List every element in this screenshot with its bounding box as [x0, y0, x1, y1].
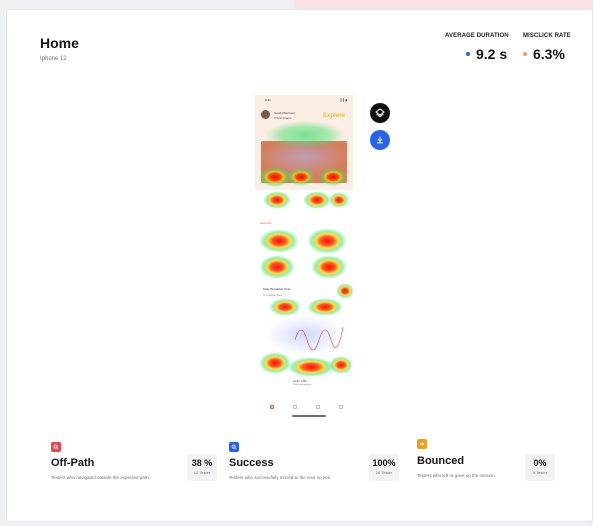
off-path-percent: 38 %	[191, 458, 213, 468]
success-icon	[229, 442, 239, 452]
phone-screen-preview[interactable]: 9:41 ▎▎▮ Good Afternoon Olivia Adams Exp…	[255, 95, 353, 420]
average-duration-number: 9.2 s	[476, 46, 508, 62]
misclick-rate-number: 6.3%	[533, 46, 565, 62]
misclick-rate-label: MISCLICK RATE	[523, 33, 571, 39]
home-tab-icon	[270, 405, 274, 409]
top-banner-strip	[294, 0, 593, 9]
bounced-percent: 0%	[533, 458, 547, 468]
misclick-rate-value: 6.3%	[523, 46, 565, 62]
explore-tab-icon	[293, 405, 297, 409]
bounced-count: 0 Tester	[532, 470, 548, 475]
page-title: Home	[40, 35, 79, 51]
off-path-stat-box: 38 % 10 Tester	[187, 454, 217, 481]
device-label: Iphone 12	[40, 56, 67, 62]
toggle-heatmap-button[interactable]	[370, 103, 390, 123]
heatmap-card: Home Iphone 12 AVERAGE DURATION 9.2 s MI…	[6, 9, 593, 522]
off-path-count: 10 Tester	[193, 470, 211, 475]
home-indicator	[292, 415, 326, 417]
profile-tab-icon	[339, 405, 343, 409]
click-heatmap-overlay	[258, 121, 353, 377]
average-duration-label: AVERAGE DURATION	[445, 33, 509, 39]
average-duration-dot	[466, 52, 470, 56]
off-path-description: Testers who navigated outside the expect…	[51, 475, 150, 480]
bounced-description: Testers who left or gave up the mission.	[417, 473, 497, 478]
success-title: Success	[229, 457, 274, 469]
bounced-stat-box: 0% 0 Tester	[525, 454, 555, 481]
off-path-icon	[51, 442, 61, 452]
download-icon	[377, 136, 383, 144]
success-description: Testers who successfully moved to the ne…	[229, 475, 332, 480]
success-count: 26 Tester	[375, 470, 393, 475]
bounced-icon	[417, 439, 427, 449]
download-button[interactable]	[370, 130, 390, 150]
success-stat-box: 100% 26 Tester	[369, 454, 399, 481]
layers-icon	[375, 108, 385, 118]
off-path-title: Off-Path	[51, 457, 95, 469]
bounced-title: Bounced	[417, 455, 465, 467]
misclick-rate-dot	[523, 52, 527, 56]
saved-tab-icon	[316, 405, 320, 409]
success-percent: 100%	[372, 458, 396, 468]
average-duration-value: 9.2 s	[466, 46, 507, 62]
